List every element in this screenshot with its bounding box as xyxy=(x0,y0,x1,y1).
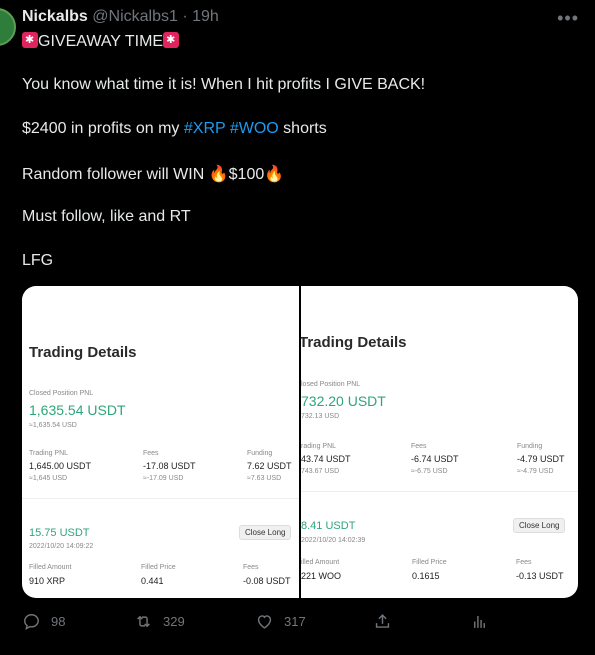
media-attachment[interactable]: Trading Details Closed Position PNL 1,63… xyxy=(22,286,578,598)
close-long-button[interactable]: Close Long xyxy=(513,518,566,533)
analytics-icon xyxy=(474,615,485,628)
text-segment: Random follower will WIN xyxy=(22,166,209,183)
funding-label: Funding xyxy=(247,450,273,457)
hashtag-woo[interactable]: #WOO xyxy=(230,120,279,137)
position-value: 15.75 USDT xyxy=(29,527,90,539)
position-value: 8.41 USDT xyxy=(301,520,356,532)
tweet-line-6: LFG xyxy=(22,252,54,269)
fees-value: -17.08 USDT xyxy=(143,461,196,471)
filled-amount-value: 221 WOO xyxy=(301,571,342,581)
text-segment: shorts xyxy=(278,120,327,137)
trading-pnl-value: 1,645.00 USDT xyxy=(29,461,92,471)
analytics-button[interactable] xyxy=(470,612,489,631)
tweet-line-4: Random follower will WIN 🔥$100🔥 xyxy=(22,164,284,184)
avatar[interactable] xyxy=(0,8,16,46)
fire-icon: 🔥 xyxy=(264,166,285,183)
closed-pnl-label: Closed Position PNL xyxy=(29,390,94,397)
fees2-label: Fees xyxy=(243,564,259,571)
position-time: 2022/10/20 14:09:22 xyxy=(29,543,94,550)
retweet-count: 329 xyxy=(163,614,185,629)
fees-sub: ≈-17.09 USD xyxy=(143,475,184,482)
more-options-icon[interactable]: ••• xyxy=(557,8,579,29)
tweet-line-5: Must follow, like and RT xyxy=(22,208,191,225)
divider xyxy=(22,498,299,499)
tweet-line-1: GIVEAWAY TIME xyxy=(22,32,180,51)
fire-icon: 🔥 xyxy=(208,166,229,183)
hashtag-xrp[interactable]: #XRP xyxy=(184,120,226,137)
siren-icon xyxy=(22,32,38,48)
divider xyxy=(301,491,578,492)
reply-count: 98 xyxy=(51,614,66,629)
fees2-value: -0.13 USDT xyxy=(516,571,564,581)
funding-sub: ≈7.63 USD xyxy=(247,475,282,482)
trading-pnl-value: 43.74 USDT xyxy=(301,454,351,464)
position-time: 2022/10/20 14:02:39 xyxy=(301,537,366,544)
tweet-line-3: $2400 in profits on my #XRP #WOO shorts xyxy=(22,120,327,138)
funding-value: 7.62 USDT xyxy=(247,461,292,471)
trade-screenshot-woo[interactable]: Trading Details losed Position PNL 732.2… xyxy=(301,286,578,598)
text-segment: $2400 in profits on my xyxy=(22,120,184,137)
trading-pnl-sub: ≈1,645 USD xyxy=(29,475,68,482)
siren-icon xyxy=(163,32,180,48)
funding-value: -4.79 USDT xyxy=(517,454,565,464)
share-button[interactable] xyxy=(373,612,392,631)
trading-pnl-sub: 743.67 USD xyxy=(301,468,340,475)
trading-pnl-label: rading PNL xyxy=(301,443,337,450)
share-icon xyxy=(375,614,390,628)
heart-icon xyxy=(257,615,272,629)
display-name[interactable]: Nickalbs xyxy=(22,8,88,25)
filled-price-label: Filled Price xyxy=(141,564,176,571)
tweet-header: Nickalbs @Nickalbs1 · 19h xyxy=(22,7,219,27)
closed-pnl-sub: 732.13 USD xyxy=(301,413,340,420)
fees2-value: -0.08 USDT xyxy=(243,576,291,586)
tweet-line-2: You know what time it is! When I hit pro… xyxy=(22,76,426,93)
filled-price-value: 0.1615 xyxy=(412,571,440,581)
like-count: 317 xyxy=(284,614,306,629)
reply-button[interactable]: 98 xyxy=(22,612,65,631)
filled-price-value: 0.441 xyxy=(141,576,164,586)
trading-pnl-label: Trading PNL xyxy=(29,450,69,457)
closed-pnl-value: 1,635.54 USDT xyxy=(29,402,126,418)
reply-icon xyxy=(24,614,39,631)
handle[interactable]: @Nickalbs1 xyxy=(92,8,178,25)
filled-amount-label: illed Amount xyxy=(301,559,340,566)
fees-label: Fees xyxy=(411,443,427,450)
filled-amount-value: 910 XRP xyxy=(29,576,66,586)
closed-pnl-label: losed Position PNL xyxy=(301,381,361,388)
fees-sub: ≈-6.75 USD xyxy=(411,468,448,475)
tweet-actions: 98 329 317 xyxy=(22,612,582,636)
retweet-button[interactable]: 329 xyxy=(134,612,185,631)
close-long-button[interactable]: Close Long xyxy=(239,525,292,540)
trade-screenshot-xrp[interactable]: Trading Details Closed Position PNL 1,63… xyxy=(22,286,299,598)
funding-sub: ≈-4.79 USD xyxy=(517,468,554,475)
closed-pnl-sub: ≈1,635.54 USD xyxy=(29,422,77,429)
retweet-icon xyxy=(137,615,150,628)
giveaway-text: GIVEAWAY TIME xyxy=(38,33,164,50)
filled-amount-label: Filled Amount xyxy=(29,564,72,571)
prize-amount: $100 xyxy=(228,166,265,183)
fees-label: Fees xyxy=(143,450,159,457)
card-title: Trading Details xyxy=(301,334,407,351)
filled-price-label: Filled Price xyxy=(412,559,447,566)
fees-value: -6.74 USDT xyxy=(411,454,459,464)
like-button[interactable]: 317 xyxy=(255,612,306,631)
timestamp[interactable]: 19h xyxy=(192,8,219,25)
fees2-label: Fees xyxy=(516,559,532,566)
funding-label: Funding xyxy=(517,443,543,450)
closed-pnl-value: 732.20 USDT xyxy=(301,393,386,409)
separator-dot: · xyxy=(182,8,188,25)
card-title: Trading Details xyxy=(29,344,137,361)
